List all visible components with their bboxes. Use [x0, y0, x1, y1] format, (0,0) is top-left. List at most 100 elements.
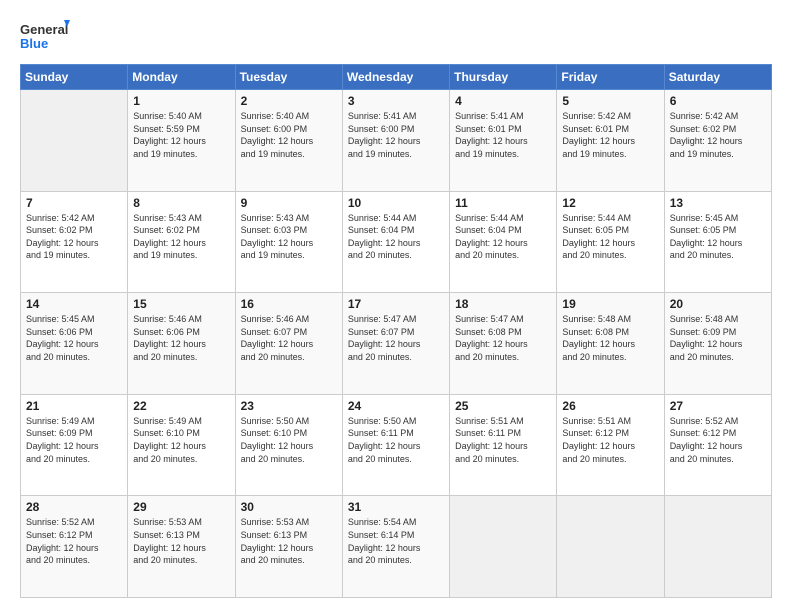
day-number: 19	[562, 297, 658, 311]
day-number: 7	[26, 196, 122, 210]
day-info: Sunrise: 5:41 AM Sunset: 6:01 PM Dayligh…	[455, 110, 551, 160]
day-number: 30	[241, 500, 337, 514]
day-info: Sunrise: 5:44 AM Sunset: 6:05 PM Dayligh…	[562, 212, 658, 262]
day-info: Sunrise: 5:48 AM Sunset: 6:09 PM Dayligh…	[670, 313, 766, 363]
day-number: 15	[133, 297, 229, 311]
day-info: Sunrise: 5:43 AM Sunset: 6:03 PM Dayligh…	[241, 212, 337, 262]
day-info: Sunrise: 5:44 AM Sunset: 6:04 PM Dayligh…	[348, 212, 444, 262]
weekday-header: Sunday	[21, 65, 128, 90]
calendar-cell: 9 Sunrise: 5:43 AM Sunset: 6:03 PM Daylig…	[235, 191, 342, 293]
calendar-cell: 1 Sunrise: 5:40 AM Sunset: 5:59 PM Daylig…	[128, 90, 235, 192]
day-info: Sunrise: 5:42 AM Sunset: 6:02 PM Dayligh…	[670, 110, 766, 160]
day-info: Sunrise: 5:49 AM Sunset: 6:09 PM Dayligh…	[26, 415, 122, 465]
day-number: 9	[241, 196, 337, 210]
day-info: Sunrise: 5:40 AM Sunset: 6:00 PM Dayligh…	[241, 110, 337, 160]
calendar: SundayMondayTuesdayWednesdayThursdayFrid…	[20, 64, 772, 598]
day-number: 29	[133, 500, 229, 514]
day-info: Sunrise: 5:45 AM Sunset: 6:05 PM Dayligh…	[670, 212, 766, 262]
calendar-cell: 28 Sunrise: 5:52 AM Sunset: 6:12 PM Dayli…	[21, 496, 128, 598]
calendar-cell: 18 Sunrise: 5:47 AM Sunset: 6:08 PM Dayli…	[450, 293, 557, 395]
calendar-cell	[664, 496, 771, 598]
logo: General Blue	[20, 18, 70, 54]
calendar-cell: 25Sunrise: 5:51 AM Sunset: 6:11 PM Dayli…	[450, 394, 557, 496]
calendar-cell: 16Sunrise: 5:46 AM Sunset: 6:07 PM Dayli…	[235, 293, 342, 395]
day-number: 22	[133, 399, 229, 413]
calendar-cell	[21, 90, 128, 192]
day-number: 20	[670, 297, 766, 311]
day-number: 11	[455, 196, 551, 210]
day-info: Sunrise: 5:46 AM Sunset: 6:06 PM Dayligh…	[133, 313, 229, 363]
calendar-cell: 3 Sunrise: 5:41 AM Sunset: 6:00 PM Daylig…	[342, 90, 449, 192]
weekday-header: Tuesday	[235, 65, 342, 90]
day-number: 17	[348, 297, 444, 311]
calendar-cell: 26Sunrise: 5:51 AM Sunset: 6:12 PM Dayli…	[557, 394, 664, 496]
calendar-cell: 23Sunrise: 5:50 AM Sunset: 6:10 PM Dayli…	[235, 394, 342, 496]
day-info: Sunrise: 5:45 AM Sunset: 6:06 PM Dayligh…	[26, 313, 122, 363]
calendar-cell: 2 Sunrise: 5:40 AM Sunset: 6:00 PM Daylig…	[235, 90, 342, 192]
day-number: 10	[348, 196, 444, 210]
weekday-header: Wednesday	[342, 65, 449, 90]
day-number: 3	[348, 94, 444, 108]
calendar-cell: 6 Sunrise: 5:42 AM Sunset: 6:02 PM Daylig…	[664, 90, 771, 192]
calendar-cell: 20 Sunrise: 5:48 AM Sunset: 6:09 PM Dayli…	[664, 293, 771, 395]
day-number: 2	[241, 94, 337, 108]
svg-text:Blue: Blue	[20, 36, 48, 51]
calendar-week-row: 1 Sunrise: 5:40 AM Sunset: 5:59 PM Daylig…	[21, 90, 772, 192]
calendar-cell: 29Sunrise: 5:53 AM Sunset: 6:13 PM Dayli…	[128, 496, 235, 598]
day-info: Sunrise: 5:54 AM Sunset: 6:14 PM Dayligh…	[348, 516, 444, 566]
weekday-row: SundayMondayTuesdayWednesdayThursdayFrid…	[21, 65, 772, 90]
day-number: 14	[26, 297, 122, 311]
calendar-body: 1 Sunrise: 5:40 AM Sunset: 5:59 PM Daylig…	[21, 90, 772, 598]
day-info: Sunrise: 5:47 AM Sunset: 6:08 PM Dayligh…	[455, 313, 551, 363]
calendar-cell: 24 Sunrise: 5:50 AM Sunset: 6:11 PM Dayli…	[342, 394, 449, 496]
header: General Blue	[20, 18, 772, 54]
weekday-header: Saturday	[664, 65, 771, 90]
calendar-cell: 27 Sunrise: 5:52 AM Sunset: 6:12 PM Dayli…	[664, 394, 771, 496]
calendar-cell: 30 Sunrise: 5:53 AM Sunset: 6:13 PM Dayli…	[235, 496, 342, 598]
day-number: 21	[26, 399, 122, 413]
calendar-cell: 21 Sunrise: 5:49 AM Sunset: 6:09 PM Dayli…	[21, 394, 128, 496]
day-info: Sunrise: 5:44 AM Sunset: 6:04 PM Dayligh…	[455, 212, 551, 262]
calendar-cell: 12 Sunrise: 5:44 AM Sunset: 6:05 PM Dayli…	[557, 191, 664, 293]
calendar-cell: 14 Sunrise: 5:45 AM Sunset: 6:06 PM Dayli…	[21, 293, 128, 395]
calendar-cell: 7Sunrise: 5:42 AM Sunset: 6:02 PM Daylig…	[21, 191, 128, 293]
calendar-cell: 31 Sunrise: 5:54 AM Sunset: 6:14 PM Dayli…	[342, 496, 449, 598]
calendar-cell	[450, 496, 557, 598]
calendar-week-row: 28 Sunrise: 5:52 AM Sunset: 6:12 PM Dayli…	[21, 496, 772, 598]
calendar-week-row: 21 Sunrise: 5:49 AM Sunset: 6:09 PM Dayli…	[21, 394, 772, 496]
day-info: Sunrise: 5:41 AM Sunset: 6:00 PM Dayligh…	[348, 110, 444, 160]
day-info: Sunrise: 5:53 AM Sunset: 6:13 PM Dayligh…	[241, 516, 337, 566]
calendar-cell: 10 Sunrise: 5:44 AM Sunset: 6:04 PM Dayli…	[342, 191, 449, 293]
day-info: Sunrise: 5:52 AM Sunset: 6:12 PM Dayligh…	[670, 415, 766, 465]
calendar-cell: 8Sunrise: 5:43 AM Sunset: 6:02 PM Daylig…	[128, 191, 235, 293]
calendar-header: SundayMondayTuesdayWednesdayThursdayFrid…	[21, 65, 772, 90]
day-number: 8	[133, 196, 229, 210]
day-number: 18	[455, 297, 551, 311]
day-number: 24	[348, 399, 444, 413]
day-number: 23	[241, 399, 337, 413]
logo-svg: General Blue	[20, 18, 70, 54]
day-number: 27	[670, 399, 766, 413]
calendar-cell: 15 Sunrise: 5:46 AM Sunset: 6:06 PM Dayli…	[128, 293, 235, 395]
day-info: Sunrise: 5:50 AM Sunset: 6:11 PM Dayligh…	[348, 415, 444, 465]
day-number: 1	[133, 94, 229, 108]
day-number: 25	[455, 399, 551, 413]
weekday-header: Monday	[128, 65, 235, 90]
day-info: Sunrise: 5:42 AM Sunset: 6:01 PM Dayligh…	[562, 110, 658, 160]
calendar-week-row: 14 Sunrise: 5:45 AM Sunset: 6:06 PM Dayli…	[21, 293, 772, 395]
day-info: Sunrise: 5:48 AM Sunset: 6:08 PM Dayligh…	[562, 313, 658, 363]
day-number: 31	[348, 500, 444, 514]
day-info: Sunrise: 5:49 AM Sunset: 6:10 PM Dayligh…	[133, 415, 229, 465]
day-number: 16	[241, 297, 337, 311]
day-number: 12	[562, 196, 658, 210]
calendar-cell	[557, 496, 664, 598]
day-number: 5	[562, 94, 658, 108]
day-number: 6	[670, 94, 766, 108]
calendar-cell: 22 Sunrise: 5:49 AM Sunset: 6:10 PM Dayli…	[128, 394, 235, 496]
calendar-cell: 5 Sunrise: 5:42 AM Sunset: 6:01 PM Daylig…	[557, 90, 664, 192]
day-number: 28	[26, 500, 122, 514]
day-info: Sunrise: 5:52 AM Sunset: 6:12 PM Dayligh…	[26, 516, 122, 566]
day-info: Sunrise: 5:40 AM Sunset: 5:59 PM Dayligh…	[133, 110, 229, 160]
day-number: 4	[455, 94, 551, 108]
weekday-header: Thursday	[450, 65, 557, 90]
